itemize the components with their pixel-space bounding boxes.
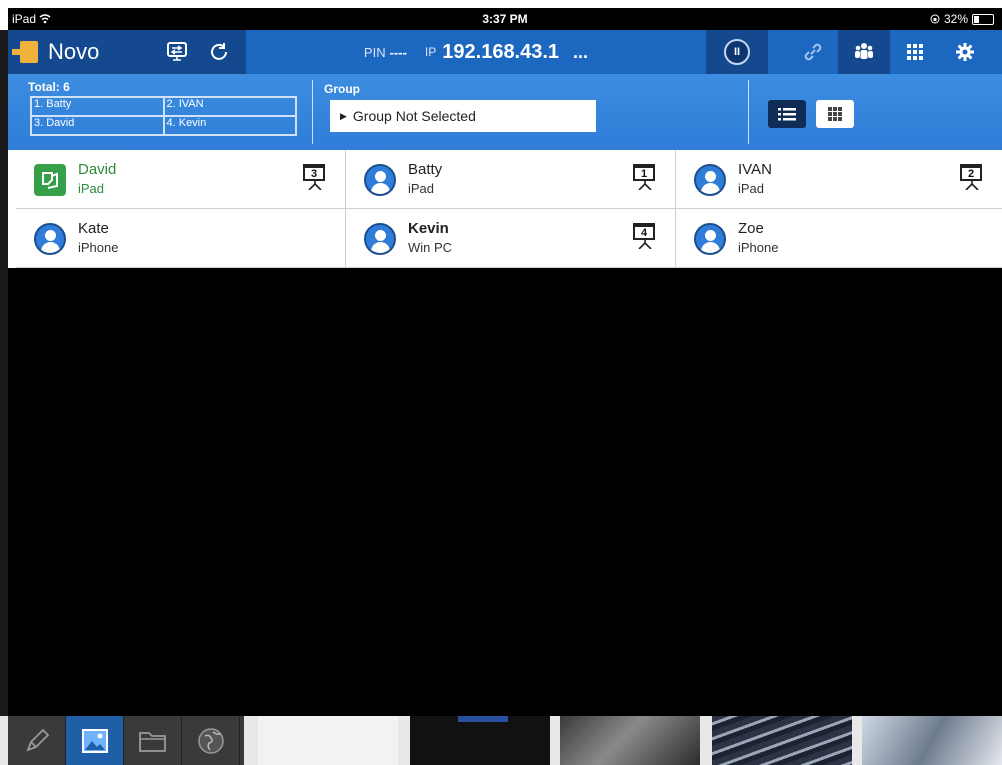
folder-tool-button[interactable] [124, 716, 182, 765]
user-avatar-icon [34, 223, 66, 255]
divider [748, 80, 749, 144]
device-type: iPad [738, 181, 765, 196]
device-user-name: Kate [78, 220, 109, 237]
device-user-name: Kevin [408, 220, 449, 237]
triangle-right-icon: ▶ [340, 110, 347, 121]
screen-share-icon [167, 42, 187, 61]
device-card[interactable]: Kevin Win PC 4 [346, 209, 676, 268]
presenter-queue: 1. Batty 2. IVAN 3. David 4. Kevin [30, 96, 297, 136]
pause-button[interactable]: II [706, 30, 768, 74]
thumbnail-detail [458, 716, 508, 722]
presenter-screen-icon[interactable]: 1 [633, 164, 657, 192]
queue-item: 3. David [31, 116, 164, 135]
settings-icon [956, 43, 974, 61]
users-button[interactable] [838, 30, 890, 74]
brand-name: Novo [48, 39, 100, 64]
photo-thumbnail[interactable] [258, 716, 398, 765]
device-card[interactable]: Batty iPad 1 [346, 150, 676, 209]
grid-button[interactable] [890, 30, 940, 74]
connection-info: PIN ---- IP 192.168.43.1 ... [246, 30, 706, 74]
queue-item: 4. Kevin [163, 116, 296, 135]
ip-address: 192.168.43.1 [442, 40, 560, 63]
screen-number: 2 [960, 164, 982, 181]
settings-button[interactable] [940, 30, 990, 74]
device-user-name: IVAN [738, 161, 772, 178]
pause-icon: II [724, 39, 750, 65]
refresh-button[interactable] [198, 30, 240, 74]
self-device-icon [34, 164, 66, 196]
ip-label: IP [424, 45, 437, 59]
bottom-dock [0, 716, 1002, 765]
device-type: iPhone [738, 240, 779, 255]
list-view-button[interactable] [768, 100, 806, 128]
device-card[interactable]: Kate iPhone [16, 209, 346, 268]
queue-item: 2. IVAN [163, 97, 296, 116]
screen-number: 1 [633, 164, 655, 181]
total-count: Total: 6 [28, 80, 70, 94]
screen-number: 4 [633, 223, 655, 240]
user-avatar-icon [694, 164, 726, 196]
device-card[interactable]: Zoe iPhone [676, 209, 1002, 268]
image-icon [81, 728, 108, 753]
queue-item: 1. Batty [31, 97, 164, 116]
grid-icon [907, 44, 923, 60]
photo-thumbnail[interactable] [712, 716, 852, 765]
photo-thumbnail[interactable] [560, 716, 700, 765]
presenter-screen-icon[interactable]: 2 [960, 164, 984, 192]
main-preview-area [8, 268, 1002, 716]
presenter-screen-icon[interactable]: 4 [633, 223, 657, 251]
pen-tool-button[interactable] [8, 716, 66, 765]
link-button[interactable] [788, 30, 838, 74]
globe-icon [197, 727, 224, 754]
device-user-name: David [78, 161, 117, 178]
refresh-icon [211, 43, 227, 60]
user-avatar-icon [364, 223, 396, 255]
device-card[interactable]: David iPad 3 [16, 150, 346, 209]
device-card[interactable]: IVAN iPad 2 [676, 150, 1002, 209]
grid-view-button[interactable] [816, 100, 854, 128]
device-type: Win PC [408, 240, 453, 255]
clock: 3:37 PM [482, 12, 528, 26]
battery-fill [974, 15, 980, 23]
device-list: David iPad 3 Batty iPad 1 IVAN iPad 2 Kate iPhone K… [16, 150, 1002, 268]
divider [312, 80, 313, 144]
pin-label: PIN [363, 44, 386, 60]
pin-value: ---- [389, 44, 407, 60]
battery-indicator: 32% [930, 12, 994, 26]
photo-thumbnail[interactable] [862, 716, 1002, 765]
more-button[interactable]: ... [573, 42, 588, 63]
battery-icon [972, 13, 994, 25]
photo-tool-button[interactable] [66, 716, 124, 765]
screen-number: 3 [303, 164, 325, 181]
screen-share-button[interactable] [156, 30, 198, 74]
novo-toolbar: Novo PIN ---- IP 192.168.43.1 ... II [8, 30, 1002, 74]
left-edge [0, 30, 8, 716]
list-view-icon [778, 108, 796, 121]
group-selector[interactable]: ▶ Group Not Selected [330, 100, 596, 132]
pen-icon [25, 728, 49, 752]
grid-view-icon [828, 107, 842, 121]
web-tool-button[interactable] [182, 716, 240, 765]
photo-thumbnail[interactable] [410, 716, 550, 765]
session-info-bar: Total: 6 1. Batty 2. IVAN 3. David 4. Ke… [8, 74, 1002, 150]
device-user-name: Zoe [738, 220, 764, 237]
user-avatar-icon [364, 164, 396, 196]
users-icon [855, 43, 873, 59]
status-bar: iPad 3:37 PM 32% [8, 8, 1002, 30]
device-type: iPhone [78, 240, 119, 255]
group-selected-value: Group Not Selected [352, 108, 476, 124]
novo-logo-icon [12, 41, 38, 63]
orientation-lock-icon [930, 14, 940, 24]
device-type: iPad [408, 181, 435, 196]
link-icon [804, 43, 822, 61]
folder-icon [138, 731, 166, 752]
device-user-name: Batty [408, 161, 443, 178]
dock-tools [8, 716, 244, 765]
user-avatar-icon [694, 223, 726, 255]
presenter-screen-icon[interactable]: 3 [303, 164, 327, 192]
device-type: iPad [78, 181, 105, 196]
group-title: Group [324, 82, 360, 96]
battery-percent: 32% [943, 12, 968, 26]
